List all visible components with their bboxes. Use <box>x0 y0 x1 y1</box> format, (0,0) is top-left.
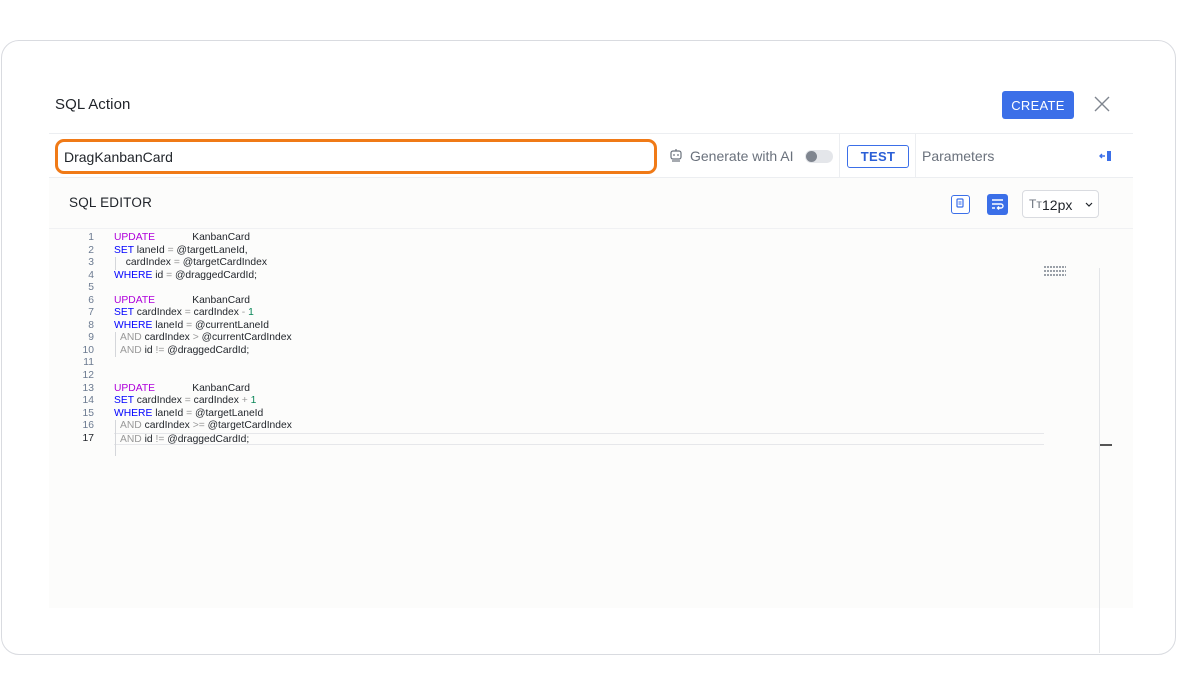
generate-ai-toggle[interactable] <box>805 150 833 163</box>
code-line[interactable]: UPDATE KanbanCard <box>114 383 1044 396</box>
code-line[interactable]: WHERE id = @draggedCardId; <box>114 270 1044 283</box>
generate-ai-label: Generate with AI <box>690 148 794 164</box>
code-line[interactable]: WHERE laneId = @currentLaneId <box>114 320 1044 333</box>
line-number: 10 <box>82 344 94 356</box>
action-name-input[interactable] <box>64 147 644 167</box>
line-number: 12 <box>82 370 94 382</box>
line-number: 5 <box>88 282 94 294</box>
code-line[interactable]: UPDATE KanbanCard <box>114 232 1044 245</box>
line-number: 13 <box>82 382 94 394</box>
dialog-header: SQL Action CREATE <box>2 41 1175 133</box>
code-line[interactable]: SET cardIndex = cardIndex + 1 <box>114 395 1044 408</box>
chevron-down-icon <box>1085 202 1093 207</box>
sql-editor-panel: SQL EDITOR Tт 12px 1 2 3 4 5 6 7 8 9 10 … <box>49 178 1133 653</box>
divider <box>915 134 916 178</box>
line-number: 3 <box>88 257 94 269</box>
code-line[interactable]: AND id != @draggedCardId; <box>114 344 1044 358</box>
minimap[interactable] <box>1044 266 1066 282</box>
code-line[interactable]: AND id != @draggedCardId; <box>114 432 1044 446</box>
line-number: 11 <box>83 357 94 369</box>
copy-icon[interactable] <box>951 195 970 214</box>
code-line[interactable]: UPDATE KanbanCard <box>114 295 1044 308</box>
line-number: 2 <box>88 244 94 256</box>
line-number-gutter: 1 2 3 4 5 6 7 8 9 10 11 12 13 14 15 16 1… <box>69 232 94 445</box>
code-line[interactable] <box>114 357 1044 370</box>
line-number: 14 <box>82 395 94 407</box>
line-number: 9 <box>88 332 94 344</box>
scrollbar-marker <box>1100 444 1112 446</box>
code-line[interactable] <box>114 370 1044 383</box>
editor-scrollbar[interactable] <box>1099 268 1100 653</box>
robot-icon <box>670 149 682 162</box>
test-button[interactable]: TEST <box>847 145 909 168</box>
sql-action-dialog: SQL Action CREATE Generate with AI TEST … <box>1 40 1176 655</box>
code-line[interactable]: SET cardIndex = cardIndex - 1 <box>114 307 1044 320</box>
font-size-value: 12px <box>1042 197 1073 213</box>
create-button[interactable]: CREATE <box>1002 91 1074 119</box>
action-toolbar: Generate with AI TEST Parameters <box>49 133 1133 178</box>
sql-code-area[interactable]: UPDATE KanbanCard SET laneId = @targetLan… <box>114 232 1044 446</box>
code-line[interactable]: AND cardIndex > @currentCardIndex <box>114 332 1044 345</box>
code-line[interactable]: WHERE laneId = @targetLaneId <box>114 408 1044 421</box>
code-line[interactable] <box>114 282 1044 295</box>
sql-editor-title: SQL EDITOR <box>69 195 153 210</box>
text-size-icon: Tт <box>1029 197 1042 211</box>
code-line[interactable]: AND cardIndex >= @targetCardIndex <box>114 420 1044 433</box>
code-line[interactable]: SET laneId = @targetLaneId, <box>114 245 1044 258</box>
line-number: 16 <box>82 420 94 432</box>
font-size-select[interactable]: Tт 12px <box>1022 190 1099 218</box>
tab-parameters[interactable]: Parameters <box>922 148 994 164</box>
word-wrap-icon[interactable] <box>987 194 1008 215</box>
toggle-knob <box>806 151 817 162</box>
line-number: 15 <box>82 407 94 419</box>
code-line[interactable]: cardIndex = @targetCardIndex <box>114 257 1044 270</box>
close-icon[interactable] <box>1092 94 1112 114</box>
indent-guide <box>115 431 116 456</box>
divider <box>49 228 1133 229</box>
line-number: 1 <box>88 232 94 243</box>
action-name-field[interactable] <box>55 139 657 174</box>
dialog-title: SQL Action <box>55 96 131 113</box>
line-number: 8 <box>88 319 94 331</box>
line-number: 4 <box>88 269 94 281</box>
line-number: 6 <box>88 294 94 306</box>
line-number-active: 17 <box>82 432 94 444</box>
collapse-panel-icon[interactable] <box>1099 149 1113 163</box>
line-number: 7 <box>88 307 94 319</box>
divider <box>839 134 840 178</box>
